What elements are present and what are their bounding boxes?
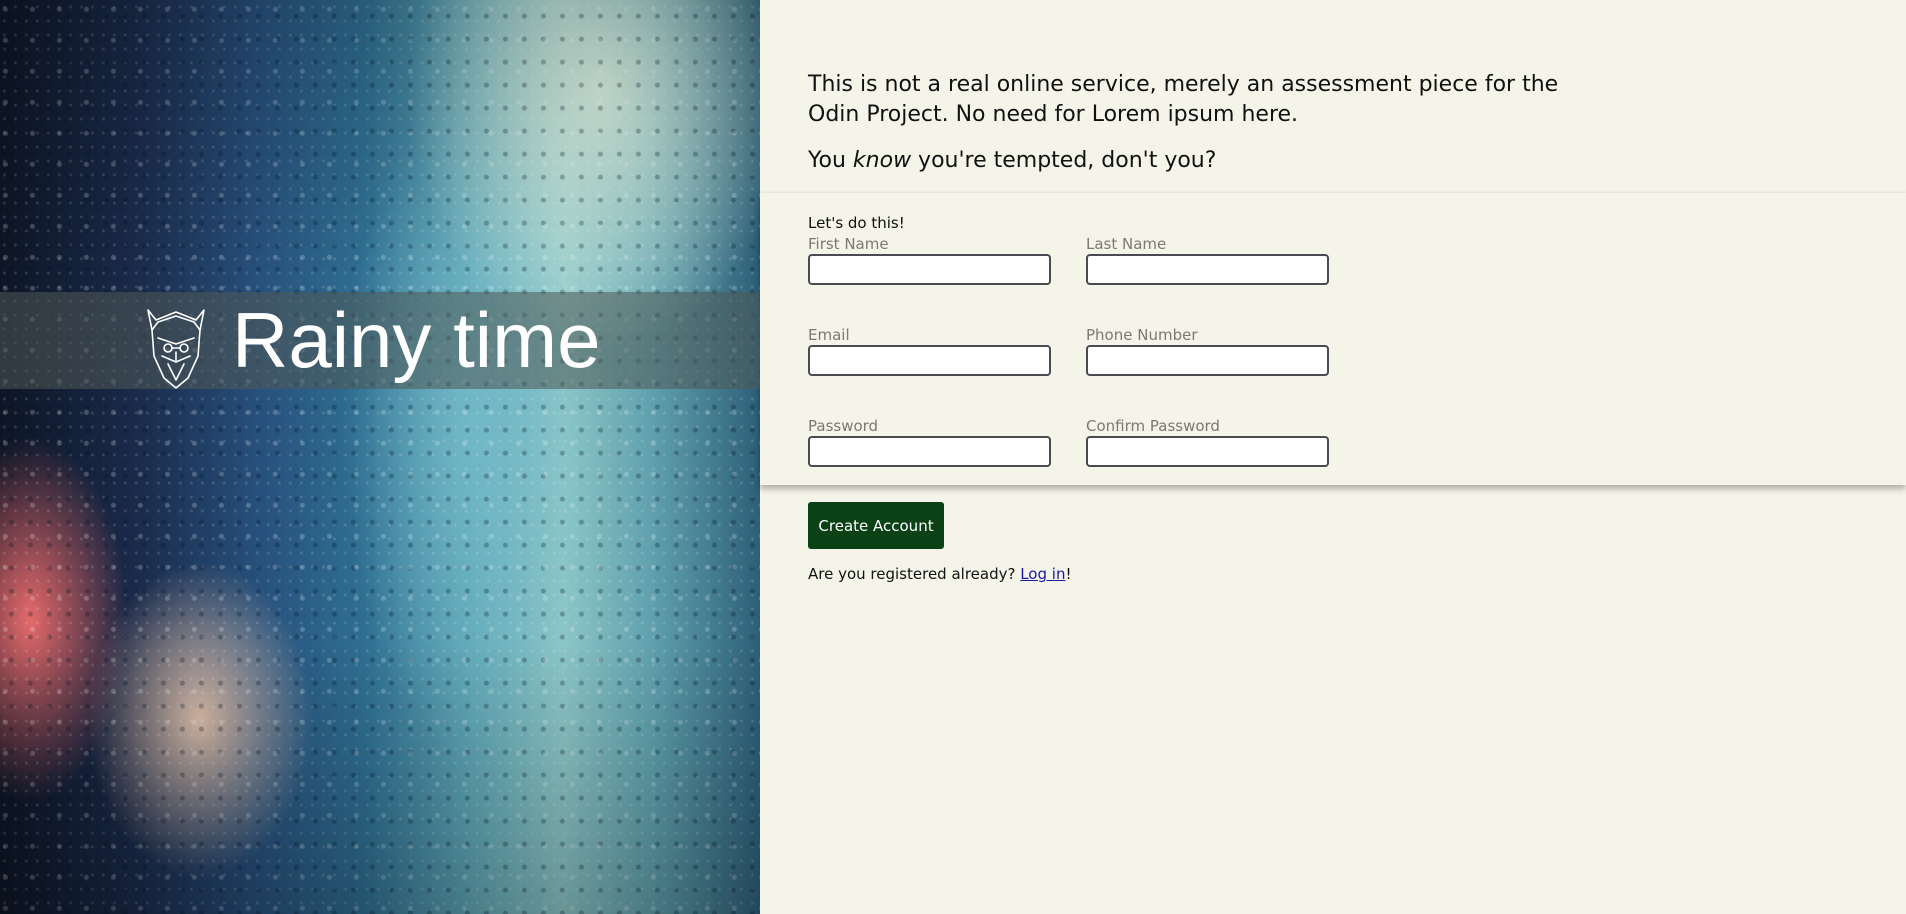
email-label: Email [808,326,850,344]
phone-group: Phone Number [1086,325,1329,376]
last-name-label: Last Name [1086,235,1167,253]
phone-input[interactable] [1086,345,1329,376]
first-name-label: First Name [808,235,889,253]
tempt-text: You know you're tempted, don't you? [808,146,1568,176]
brand-title: Rainy time [232,296,601,384]
viking-helmet-face-icon [147,309,205,389]
login-suffix: ! [1065,565,1072,583]
tempt-suffix: you're tempted, don't you? [911,148,1217,173]
phone-label: Phone Number [1086,326,1198,344]
email-input[interactable] [808,345,1051,376]
confirm-password-input[interactable] [1086,436,1329,467]
confirm-password-label: Confirm Password [1086,417,1220,435]
last-name-input[interactable] [1086,254,1329,285]
tempt-prefix: You [808,148,853,173]
first-name-group: First Name [808,234,1051,285]
login-link[interactable]: Log in [1020,565,1065,583]
login-prompt: Are you registered already? Log in! [808,565,1071,583]
password-label: Password [808,417,879,435]
login-prompt-text: Are you registered already? [808,565,1021,583]
intro-text: This is not a real online service, merel… [808,72,1559,127]
form-heading: Let's do this! [808,214,905,232]
first-name-input[interactable] [808,254,1051,285]
hero-image [0,0,760,914]
password-group: Password [808,416,1051,467]
password-input[interactable] [808,436,1051,467]
last-name-group: Last Name [1086,234,1329,285]
email-group: Email [808,325,1051,376]
create-account-button[interactable]: Create Account [808,502,944,549]
intro-section: This is not a real online service, merel… [808,70,1568,176]
confirm-password-group: Confirm Password [1086,416,1329,467]
tempt-emphasis: know [852,148,912,173]
